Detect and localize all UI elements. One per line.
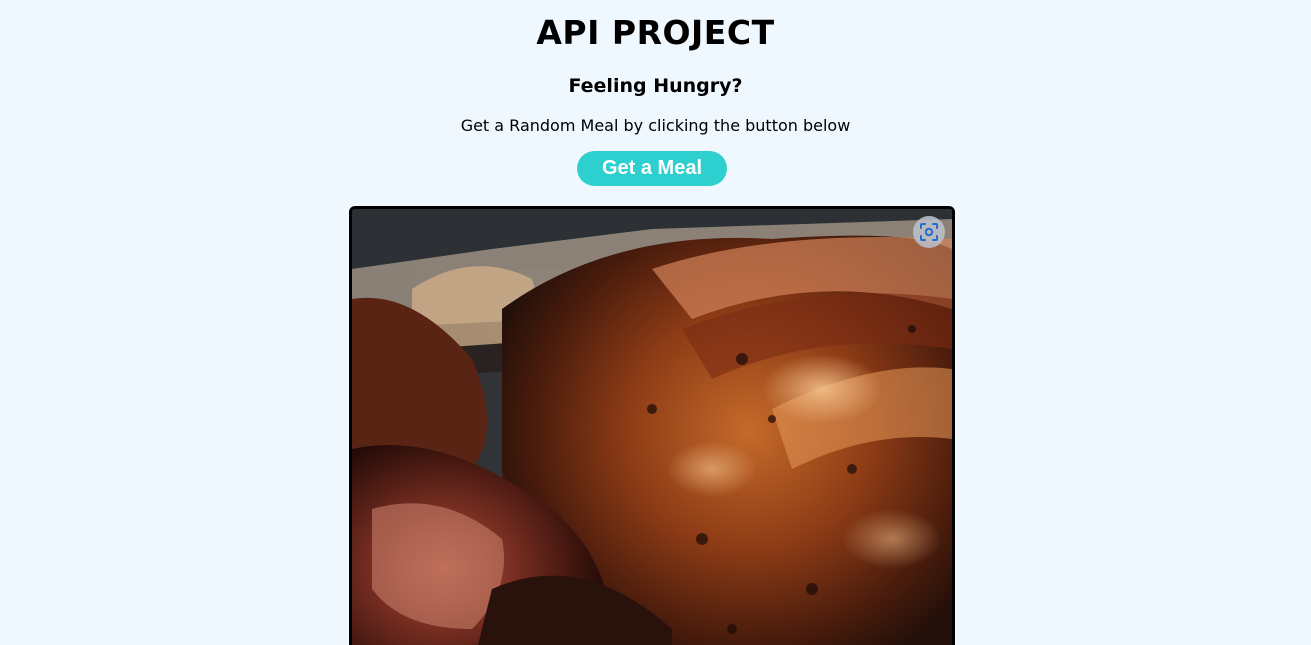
visual-search-button[interactable] [913, 216, 945, 248]
meal-image [349, 206, 955, 645]
page: API PROJECT Feeling Hungry? Get a Random… [0, 0, 1311, 645]
page-heading: Feeling Hungry? [568, 75, 743, 97]
page-title: API PROJECT [536, 13, 775, 52]
get-meal-button[interactable]: Get a Meal [577, 151, 727, 186]
visual-search-icon [920, 223, 938, 241]
meal-photo [352, 209, 952, 645]
page-subtitle: Get a Random Meal by clicking the button… [460, 116, 851, 135]
